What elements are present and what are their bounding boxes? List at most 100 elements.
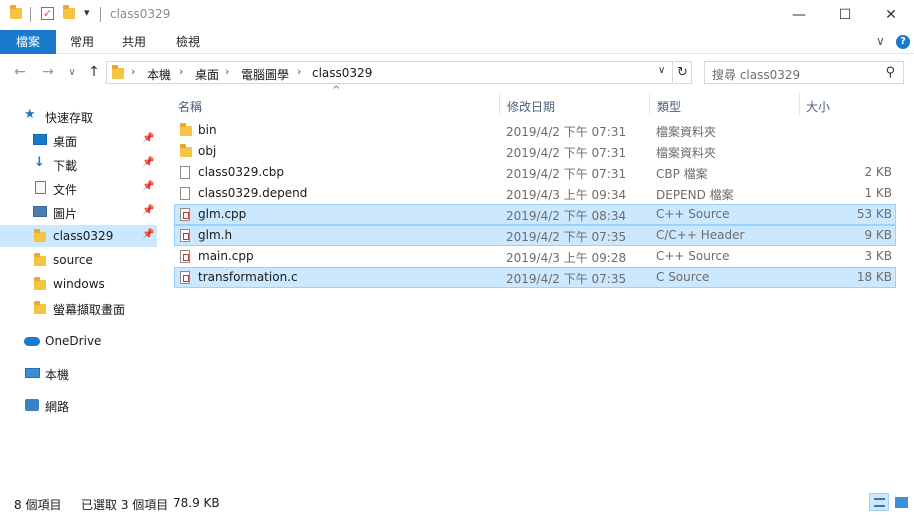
expand-ribbon-icon[interactable]: ∨ — [876, 34, 885, 48]
c-source-icon — [180, 271, 190, 284]
file-row[interactable]: glm.h 2019/4/2 下午 07:35 C/C++ Header 9 K… — [174, 225, 896, 246]
customize-toolbar-icon[interactable]: ▾ — [84, 6, 90, 19]
pin-icon: 📌 — [142, 157, 155, 168]
file-type: C/C++ Header — [656, 228, 745, 242]
pin-icon: 📌 — [142, 229, 155, 240]
search-icon[interactable]: ⚲ — [885, 65, 895, 80]
file-row[interactable]: glm.cpp 2019/4/2 下午 08:34 C++ Source 53 … — [174, 204, 896, 225]
file-list: ^ 名稱 修改日期 類型 大小 bin 2019/4/2 下午 07:31 檔案… — [160, 85, 914, 485]
sidebar-item-label: class0329 — [53, 229, 114, 243]
sidebar-item-class0329[interactable]: class0329 📌 — [0, 225, 157, 247]
tab-home[interactable]: 常用 — [60, 30, 104, 54]
up-button[interactable]: ↑ — [84, 64, 104, 80]
breadcrumb-separator[interactable]: › — [179, 65, 183, 78]
sidebar-item-onedrive[interactable]: OneDrive — [0, 330, 157, 352]
sidebar-item-downloads[interactable]: ↓ 下載 📌 — [0, 153, 157, 175]
large-icons-view-button[interactable] — [891, 493, 911, 511]
sidebar-item-label: OneDrive — [45, 334, 102, 348]
file-row[interactable]: transformation.c 2019/4/2 下午 07:35 C Sou… — [174, 267, 896, 288]
file-type: C++ Source — [656, 249, 730, 263]
help-icon[interactable]: ? — [896, 35, 910, 49]
sidebar-item-desktop[interactable]: 桌面 📌 — [0, 129, 157, 151]
file-size: 2 KB — [864, 165, 892, 179]
search-input[interactable]: 搜尋 class0329 — [712, 66, 800, 83]
breadcrumb-separator[interactable]: › — [131, 65, 135, 78]
column-header-label: 類型 — [657, 100, 682, 114]
file-name: main.cpp — [198, 249, 254, 263]
column-header-label: 大小 — [806, 100, 831, 114]
maximize-button[interactable]: ☐ — [822, 0, 868, 30]
sidebar-item-label: 本機 — [45, 368, 70, 382]
folder-icon — [180, 144, 192, 157]
file-date: 2019/4/2 下午 07:35 — [506, 230, 627, 244]
file-type: C Source — [656, 270, 710, 284]
sidebar-item-screenshots[interactable]: 螢幕擷取畫面 — [0, 297, 157, 319]
close-button[interactable]: ✕ — [868, 0, 914, 30]
breadcrumb-desktop[interactable]: 桌面 — [195, 66, 219, 83]
sidebar-item-this-pc[interactable]: 本機 — [0, 362, 157, 384]
sidebar-item-label: 螢幕擷取畫面 — [53, 303, 126, 317]
column-header-date[interactable]: 修改日期 — [500, 88, 650, 118]
folder-icon — [180, 123, 192, 136]
tab-view[interactable]: 檢視 — [166, 30, 210, 54]
network-icon — [25, 399, 39, 411]
sidebar-item-pictures[interactable]: 圖片 📌 — [0, 201, 157, 223]
file-size: 9 KB — [864, 228, 892, 242]
file-row[interactable]: obj 2019/4/2 下午 07:31 檔案資料夾 — [174, 141, 896, 162]
back-button[interactable]: ← — [10, 64, 30, 80]
address-bar[interactable]: › 本機 › 桌面 › 電腦圖學 › class0329 — [106, 61, 673, 84]
sidebar-item-quick-access[interactable]: ★ 快速存取 — [0, 105, 157, 127]
file-date: 2019/4/2 下午 08:34 — [506, 209, 627, 223]
cpp-source-icon — [180, 250, 190, 263]
cpp-source-icon — [180, 208, 190, 221]
breadcrumb-separator[interactable]: › — [225, 65, 229, 78]
desktop-icon — [33, 134, 47, 145]
refresh-button[interactable]: ↻ — [674, 61, 692, 84]
column-header-size[interactable]: 大小 — [800, 88, 900, 118]
file-row[interactable]: main.cpp 2019/4/3 上午 09:28 C++ Source 3 … — [174, 246, 896, 267]
breadcrumb-this-pc[interactable]: 本機 — [147, 66, 171, 83]
column-header-type[interactable]: 類型 — [650, 88, 800, 118]
sidebar-item-label: 快速存取 — [45, 111, 94, 125]
file-type: DEPEND 檔案 — [656, 188, 734, 202]
file-date: 2019/4/3 上午 09:28 — [506, 251, 627, 265]
file-row[interactable]: class0329.depend 2019/4/3 上午 09:34 DEPEN… — [174, 183, 896, 204]
column-header-name[interactable]: 名稱 — [160, 88, 500, 118]
file-name: transformation.c — [198, 270, 298, 284]
file-row[interactable]: bin 2019/4/2 下午 07:31 檔案資料夾 — [174, 120, 896, 141]
forward-button[interactable]: → — [38, 64, 58, 80]
sidebar-item-label: source — [53, 253, 93, 267]
pin-icon: 📌 — [142, 133, 155, 144]
breadcrumb-current-folder[interactable]: class0329 — [312, 66, 372, 80]
folder-icon — [34, 253, 46, 266]
details-view-button[interactable] — [869, 493, 889, 511]
breadcrumb-computer-graphics[interactable]: 電腦圖學 — [241, 66, 289, 83]
minimize-button[interactable]: — — [776, 0, 822, 30]
picture-icon — [33, 206, 47, 217]
sidebar-item-network[interactable]: 網路 — [0, 394, 157, 416]
sidebar-item-label: 桌面 — [53, 135, 78, 149]
address-dropdown-icon[interactable]: ∨ — [658, 65, 665, 76]
recent-locations-button[interactable]: ∨ — [62, 67, 82, 78]
sidebar-item-source[interactable]: source — [0, 249, 157, 271]
sidebar-item-windows[interactable]: windows — [0, 273, 157, 295]
tab-file[interactable]: 檔案 — [0, 30, 56, 54]
sidebar-item-label: 文件 — [53, 183, 78, 197]
search-box[interactable]: 搜尋 class0329 ⚲ — [704, 61, 904, 84]
window-title: class0329 — [110, 7, 171, 21]
pin-icon: 📌 — [142, 205, 155, 216]
file-size: 1 KB — [864, 186, 892, 200]
sidebar-item-documents[interactable]: 文件 📌 — [0, 177, 157, 199]
folder-icon — [34, 301, 46, 314]
breadcrumb-separator[interactable]: › — [297, 65, 301, 78]
new-folder-icon[interactable] — [63, 5, 75, 19]
sidebar-item-label: 網路 — [45, 400, 70, 414]
star-icon: ★ — [24, 107, 36, 122]
file-date: 2019/4/2 下午 07:31 — [506, 125, 627, 139]
file-row[interactable]: class0329.cbp 2019/4/2 下午 07:31 CBP 檔案 2… — [174, 162, 896, 183]
column-header-label: 修改日期 — [507, 100, 556, 114]
file-type: 檔案資料夾 — [656, 146, 717, 160]
tab-share[interactable]: 共用 — [112, 30, 156, 54]
properties-icon[interactable]: ✓ — [41, 7, 54, 20]
file-name: class0329.cbp — [198, 165, 284, 179]
